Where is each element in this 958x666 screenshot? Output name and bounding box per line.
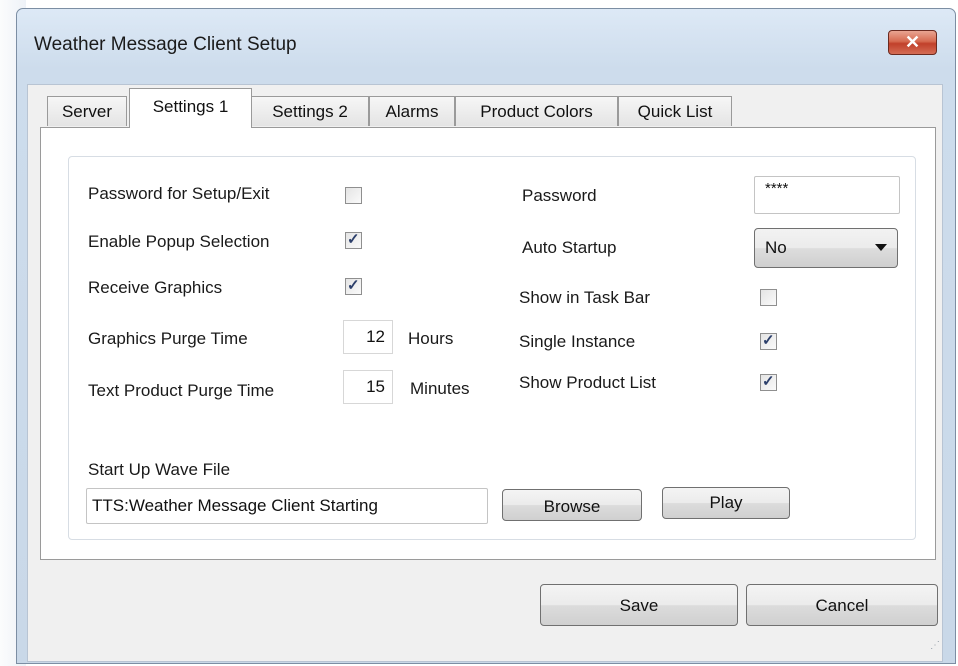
receive-graphics-label: Receive Graphics (88, 278, 223, 297)
check-icon: ✓ (347, 231, 360, 248)
graphics-purge-unit: Hours (408, 329, 454, 348)
close-button[interactable]: ✕ (888, 30, 937, 55)
auto-startup-dropdown[interactable]: No (754, 228, 898, 268)
wave-file-input[interactable]: TTS:Weather Message Client Starting (86, 488, 488, 524)
show-product-list-checkbox[interactable]: ✓ (760, 373, 777, 391)
graphics-purge-label: Graphics Purge Time (88, 329, 248, 348)
enable-popup-label: Enable Popup Selection (88, 232, 270, 251)
resize-grip-icon[interactable]: ⋰ (930, 640, 940, 651)
text-purge-label: Text Product Purge Time (88, 381, 275, 400)
enable-popup-checkbox[interactable]: ✓ (345, 231, 362, 249)
show-product-list-label: Show Product List (519, 373, 657, 392)
single-instance-label: Single Instance (519, 332, 636, 351)
check-icon: ✓ (347, 277, 360, 294)
password-label: Password (522, 186, 597, 205)
password-setup-exit-checkbox[interactable] (345, 187, 362, 204)
tab-settings-2[interactable]: Settings 2 (251, 96, 369, 126)
save-button[interactable]: Save (540, 584, 738, 626)
password-setup-exit-label: Password for Setup/Exit (88, 184, 270, 203)
check-icon: ✓ (762, 332, 775, 349)
auto-startup-value: No (765, 238, 787, 257)
tab-quick-list[interactable]: Quick List (618, 96, 732, 126)
tab-settings-1[interactable]: Settings 1 (129, 88, 252, 128)
wave-file-label: Start Up Wave File (88, 460, 231, 479)
tab-product-colors[interactable]: Product Colors (455, 96, 618, 126)
receive-graphics-checkbox[interactable]: ✓ (345, 277, 362, 295)
text-purge-unit: Minutes (410, 379, 470, 398)
close-icon: ✕ (904, 32, 921, 52)
cancel-button[interactable]: Cancel (746, 584, 938, 626)
text-purge-input[interactable]: 15 (343, 370, 393, 404)
check-icon: ✓ (762, 373, 775, 390)
window-title: Weather Message Client Setup (34, 34, 297, 55)
play-button[interactable]: Play (662, 487, 790, 519)
tab-alarms[interactable]: Alarms (369, 96, 455, 126)
tab-server[interactable]: Server (47, 96, 127, 126)
show-taskbar-checkbox[interactable] (760, 289, 777, 306)
single-instance-checkbox[interactable]: ✓ (760, 332, 777, 350)
chevron-down-icon (875, 244, 887, 251)
password-field[interactable]: **** (754, 176, 900, 214)
graphics-purge-input[interactable]: 12 (343, 320, 393, 354)
auto-startup-label: Auto Startup (522, 238, 617, 257)
browse-button[interactable]: Browse (502, 489, 642, 521)
show-taskbar-label: Show in Task Bar (519, 288, 651, 307)
